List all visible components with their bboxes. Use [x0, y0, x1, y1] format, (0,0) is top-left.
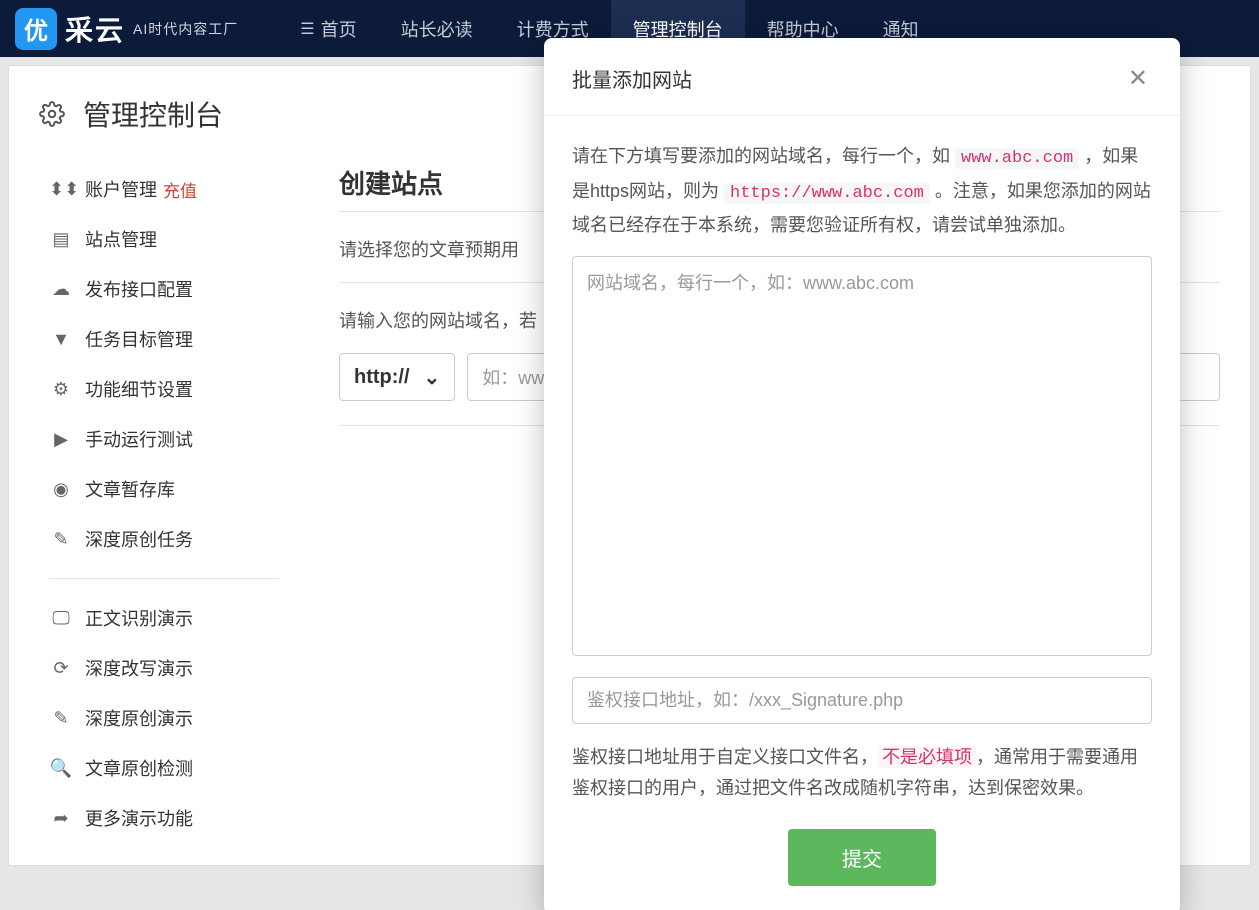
modal-instructions: 请在下方填写要添加的网站域名，每行一个，如 www.abc.com ，如果是ht… [572, 140, 1152, 242]
protocol-value: http:// [354, 366, 410, 389]
sidebar-item-run[interactable]: ▶ 手动运行测试 [49, 414, 319, 464]
gear-icon [39, 101, 65, 127]
sidebar-item-tasks[interactable]: ▼ 任务目标管理 [49, 314, 319, 364]
play-icon: ▶ [49, 429, 73, 450]
nav-webmaster[interactable]: 站长必读 [379, 0, 495, 57]
list-icon: ☰ [300, 19, 314, 39]
logo-sub: AI时代内容工厂 [133, 19, 238, 39]
sidebar-item-check[interactable]: 🔍 文章原创检测 [49, 743, 319, 793]
sidebar-item-rewrite-demo[interactable]: ⟳ 深度改写演示 [49, 643, 319, 693]
sidebar-item-label: 文章原创检测 [85, 755, 193, 781]
page-title: 管理控制台 [83, 94, 223, 134]
sidebar-item-label: 深度原创任务 [85, 526, 193, 552]
sidebar-item-label: 文章暂存库 [85, 476, 175, 502]
chevron-down-icon: ⌄ [424, 365, 441, 390]
sidebar-item-original[interactable]: ✎ 深度原创任务 [49, 514, 319, 564]
modal-header: 批量添加网站 ✕ [544, 38, 1180, 115]
edit-icon: ✎ [49, 529, 73, 550]
database-icon: ◉ [49, 479, 73, 500]
sidebar-item-settings[interactable]: ⚙ 功能细节设置 [49, 364, 319, 414]
batch-add-modal: 批量添加网站 ✕ 请在下方填写要添加的网站域名，每行一个，如 www.abc.c… [544, 38, 1180, 910]
sidebar-item-sites[interactable]: ▤ 站点管理 [49, 214, 319, 264]
sidebar-item-original-demo[interactable]: ✎ 深度原创演示 [49, 693, 319, 743]
sidebar-item-more[interactable]: ➦ 更多演示功能 [49, 793, 319, 843]
logo-text: 采云 [65, 9, 125, 49]
share-icon: ➦ [49, 808, 73, 829]
sidebar-item-label: 手动运行测试 [85, 426, 193, 452]
code-example: www.abc.com [955, 148, 1079, 169]
sidebar-item-label: 更多演示功能 [85, 805, 193, 831]
recharge-label[interactable]: 充值 [163, 177, 197, 202]
nav-label: 站长必读 [401, 16, 473, 42]
close-icon[interactable]: ✕ [1124, 60, 1152, 97]
sidebar-item-label: 发布接口配置 [85, 276, 193, 302]
sidebar-item-storage[interactable]: ◉ 文章暂存库 [49, 464, 319, 514]
sidebar-item-publish[interactable]: ☁ 发布接口配置 [49, 264, 319, 314]
sidebar-item-label: 站点管理 [85, 226, 157, 252]
chart-icon: ⬍⬍ [49, 179, 73, 200]
text: 鉴权接口地址用于自定义接口文件名， [572, 747, 878, 767]
sidebar-item-label: 功能细节设置 [85, 376, 193, 402]
sidebar-item-label: 深度改写演示 [85, 655, 193, 681]
monitor-icon: 🖵 [49, 608, 73, 629]
not-required-flag: 不是必填项 [878, 746, 976, 768]
sidebar-item-label: 深度原创演示 [85, 705, 193, 731]
divider [49, 578, 279, 579]
sidebar-item-content-demo[interactable]: 🖵 正文识别演示 [49, 593, 319, 643]
code-example: https://www.abc.com [724, 183, 930, 204]
sidebar-item-label: 正文识别演示 [85, 605, 193, 631]
auth-url-input[interactable] [572, 677, 1152, 724]
modal-footer: 提交 [544, 829, 1180, 910]
sidebar-item-account[interactable]: ⬍⬍ 账户管理充值 [49, 164, 319, 214]
submit-button[interactable]: 提交 [788, 829, 936, 886]
modal-note: 鉴权接口地址用于自定义接口文件名，不是必填项，通常用于需要通用鉴权接口的用户，通… [572, 742, 1152, 805]
logo-icon: 优 [15, 8, 57, 50]
domains-textarea[interactable] [572, 256, 1152, 656]
nav-label: 首页 [321, 16, 357, 42]
protocol-select[interactable]: http:// ⌄ [339, 353, 455, 401]
filter-icon: ▼ [49, 329, 73, 350]
list-icon: ▤ [49, 229, 73, 250]
sliders-icon: ⚙ [49, 379, 73, 400]
search-icon: 🔍 [49, 758, 73, 779]
modal-body: 请在下方填写要添加的网站域名，每行一个，如 www.abc.com ，如果是ht… [544, 116, 1180, 829]
logo[interactable]: 优 采云 AI时代内容工厂 [15, 8, 238, 50]
sidebar: ⬍⬍ 账户管理充值 ▤ 站点管理 ☁ 发布接口配置 ▼ 任务目标管理 ⚙ 功能细节设置 ▶… [39, 164, 319, 843]
sidebar-item-label: 任务目标管理 [85, 326, 193, 352]
edit-icon: ✎ [49, 708, 73, 729]
nav-home[interactable]: ☰ 首页 [278, 0, 378, 57]
modal-title: 批量添加网站 [572, 64, 692, 93]
text: 请在下方填写要添加的网站域名，每行一个，如 [572, 146, 955, 166]
refresh-icon: ⟳ [49, 658, 73, 679]
cloud-upload-icon: ☁ [49, 279, 73, 300]
sidebar-item-label: 账户管理 [85, 176, 157, 202]
